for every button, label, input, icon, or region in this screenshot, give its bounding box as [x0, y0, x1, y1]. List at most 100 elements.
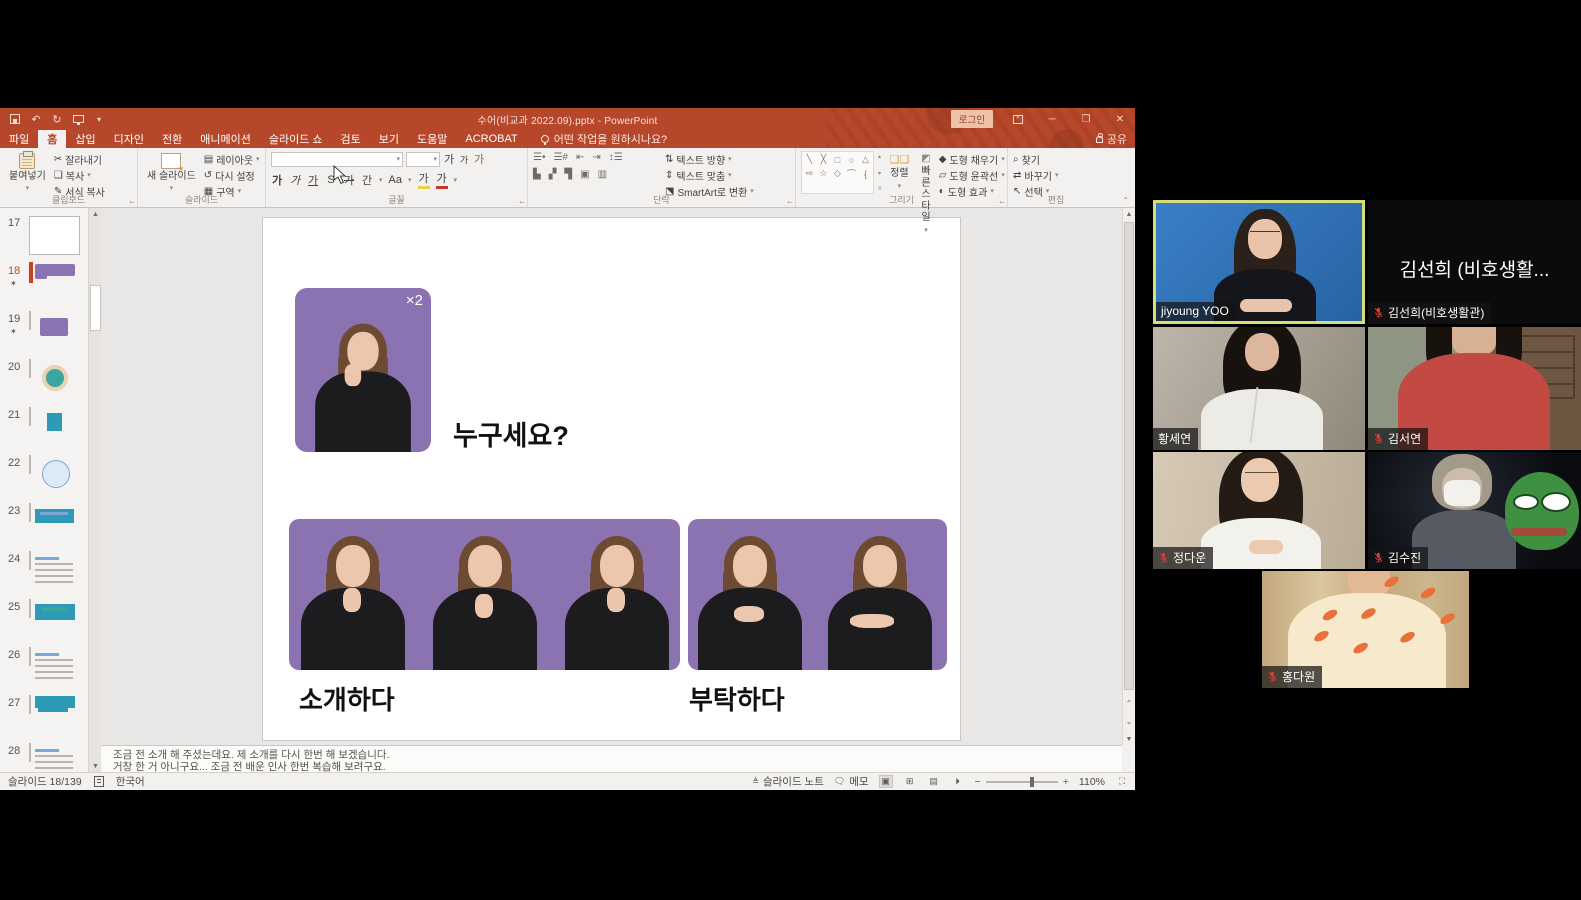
- tab-view[interactable]: 보기: [370, 130, 408, 148]
- layout-button[interactable]: ▤레이아웃▾: [204, 152, 260, 166]
- align-center-icon[interactable]: ▞: [549, 169, 557, 180]
- video-tile-kimsujin[interactable]: 김수진: [1368, 452, 1581, 569]
- login-button[interactable]: 로그인: [951, 110, 993, 128]
- font-size-combo[interactable]: ▾: [406, 152, 440, 167]
- scrollbar-thumb[interactable]: [1124, 222, 1134, 690]
- proofing-icon[interactable]: [94, 776, 104, 787]
- tab-transitions[interactable]: 전환: [153, 130, 191, 148]
- character-spacing-icon[interactable]: 간: [361, 172, 373, 188]
- notes-pane[interactable]: 조금 전 소개 해 주셨는데요. 제 소개를 다시 한번 해 보겠습니다. 거창…: [101, 745, 1122, 772]
- start-slideshow-icon[interactable]: [72, 113, 84, 125]
- thumbnail-slide-18[interactable]: 18✶: [0, 263, 88, 309]
- shrink-font-icon[interactable]: 가: [458, 153, 470, 166]
- thumbnail-slide-20[interactable]: 20: [0, 359, 88, 405]
- video-tile-hwangseyeon[interactable]: 황세연: [1153, 327, 1365, 450]
- video-tile-kimseoyeon[interactable]: 김서연: [1368, 327, 1581, 450]
- language-indicator[interactable]: 한국어: [116, 774, 145, 789]
- minimize-icon[interactable]: ─: [1043, 111, 1061, 127]
- sign-panel-introduce[interactable]: [289, 519, 680, 670]
- customize-qat-icon[interactable]: ▾: [93, 113, 105, 125]
- slide-area-scrollbar[interactable]: ▲ ⌃ ⌄ ▼: [1122, 208, 1135, 745]
- decrease-indent-icon[interactable]: ⇤: [576, 152, 584, 163]
- dialog-launcher-icon[interactable]: ⌙: [999, 198, 1005, 206]
- cut-button[interactable]: ✂잘라내기: [54, 152, 105, 166]
- shapes-gallery[interactable]: ╲╳□○△ ⇨☆◇⌒{: [801, 151, 874, 194]
- video-tile-hongdawon[interactable]: 홍다원: [1262, 571, 1469, 688]
- change-case-icon[interactable]: Aa: [389, 174, 402, 186]
- bullets-icon[interactable]: ☰•: [533, 152, 545, 163]
- video-tile-jungdaun[interactable]: 정다운: [1153, 452, 1365, 569]
- justify-icon[interactable]: ▣: [580, 169, 589, 180]
- slideshow-view-icon[interactable]: ⏵: [951, 775, 965, 788]
- next-slide-icon[interactable]: ⌄: [1123, 713, 1135, 729]
- new-slide-button[interactable]: 새 슬라이드 ▾: [143, 151, 200, 194]
- sign-repeat-tile[interactable]: ×2: [295, 288, 431, 452]
- normal-view-icon[interactable]: ▣: [879, 775, 893, 788]
- collapse-ribbon-icon[interactable]: ⌃: [1122, 196, 1129, 205]
- zoom-slider-knob[interactable]: [1030, 777, 1034, 787]
- caption-request[interactable]: 부탁하다: [689, 680, 785, 717]
- slide-question-text[interactable]: 누구세요?: [453, 414, 569, 453]
- video-tile-kimsunhee[interactable]: 김선희 (비호생활... 김선희(비호생활관): [1368, 200, 1581, 324]
- zoom-level[interactable]: 110%: [1079, 776, 1105, 788]
- tab-insert[interactable]: 삽입: [66, 130, 104, 148]
- columns-icon[interactable]: ▥: [598, 169, 607, 180]
- copy-button[interactable]: ❏복사▾: [54, 168, 105, 182]
- scroll-up-icon[interactable]: ▲: [1123, 208, 1135, 220]
- increase-indent-icon[interactable]: ⇥: [592, 152, 600, 163]
- reading-view-icon[interactable]: ▤: [927, 775, 941, 788]
- undo-icon[interactable]: ↶: [30, 113, 42, 125]
- dialog-launcher-icon[interactable]: ⌙: [787, 198, 793, 206]
- thumbnail-slide-24[interactable]: 24: [0, 551, 88, 597]
- notes-toggle-button[interactable]: ≜슬라이드 노트: [752, 774, 824, 789]
- italic-icon[interactable]: 가: [289, 172, 301, 188]
- tab-home[interactable]: 홈: [38, 130, 66, 148]
- tab-animations[interactable]: 애니메이션: [191, 130, 260, 148]
- tab-design[interactable]: 디자인: [105, 130, 153, 148]
- thumbnail-slide-17[interactable]: 17: [0, 215, 88, 261]
- thumbnail-slide-26[interactable]: 26: [0, 647, 88, 693]
- save-icon[interactable]: [9, 113, 21, 125]
- shape-fill-button[interactable]: ◆도형 채우기▾: [939, 152, 1005, 166]
- previous-slide-icon[interactable]: ⌃: [1123, 695, 1135, 711]
- slide-18[interactable]: ×2 누구세요? 소개하다 부탁하다: [263, 218, 960, 740]
- align-right-icon[interactable]: ▜: [564, 169, 572, 180]
- scrollbar-thumb[interactable]: [90, 285, 101, 331]
- find-button[interactable]: ⌕찾기: [1013, 152, 1059, 166]
- shapes-scroll[interactable]: ▴▾≡: [878, 151, 882, 194]
- slide-sorter-view-icon[interactable]: ⊞: [903, 775, 917, 788]
- video-tile-jiyoung-yoo[interactable]: jiyoung YOO: [1153, 200, 1365, 324]
- align-left-icon[interactable]: ▙: [533, 169, 541, 180]
- thumbnail-slide-21[interactable]: 21: [0, 407, 88, 453]
- tab-review[interactable]: 검토: [332, 130, 370, 148]
- paste-button[interactable]: 붙여넣기 ▾: [5, 151, 50, 194]
- sign-panel-request[interactable]: [688, 519, 947, 670]
- tab-file[interactable]: 파일: [0, 130, 38, 148]
- line-spacing-icon[interactable]: ↕☰: [609, 152, 623, 163]
- reset-button[interactable]: ↺다시 설정: [204, 168, 260, 182]
- close-icon[interactable]: ✕: [1111, 111, 1129, 127]
- tab-acrobat[interactable]: ACROBAT: [456, 130, 526, 148]
- restore-icon[interactable]: ❐: [1077, 111, 1095, 127]
- thumbnail-slide-25[interactable]: 25: [0, 599, 88, 645]
- font-color-icon[interactable]: 가: [436, 170, 448, 189]
- ribbon-display-options-icon[interactable]: ^: [1009, 111, 1027, 127]
- thumbnail-slide-22[interactable]: 22: [0, 455, 88, 501]
- dialog-launcher-icon[interactable]: ⌙: [519, 198, 525, 206]
- tab-slideshow[interactable]: 슬라이드 쇼: [260, 130, 332, 148]
- tab-help[interactable]: 도움말: [408, 130, 456, 148]
- bold-icon[interactable]: 가: [271, 172, 283, 188]
- thumbnail-slide-27[interactable]: 27: [0, 695, 88, 741]
- text-direction-button[interactable]: ⇅텍스트 방향▾: [665, 152, 754, 166]
- thumbnail-slide-23[interactable]: 23: [0, 503, 88, 549]
- scroll-down-icon[interactable]: ▼: [1123, 733, 1135, 745]
- shape-outline-button[interactable]: ▱도형 윤곽선▾: [939, 168, 1005, 182]
- tell-me-box[interactable]: 어떤 작업을 원하시나요?: [541, 130, 667, 148]
- thumbnail-slide-28[interactable]: 28: [0, 743, 88, 772]
- caption-introduce[interactable]: 소개하다: [299, 680, 395, 717]
- numbering-icon[interactable]: ☰#: [553, 152, 568, 163]
- underline-icon[interactable]: 가: [307, 172, 319, 188]
- align-text-button[interactable]: ⇕텍스트 맞춤▾: [665, 168, 754, 182]
- replace-button[interactable]: ⇄바꾸기▾: [1013, 168, 1059, 182]
- share-button[interactable]: 공유: [1096, 130, 1127, 148]
